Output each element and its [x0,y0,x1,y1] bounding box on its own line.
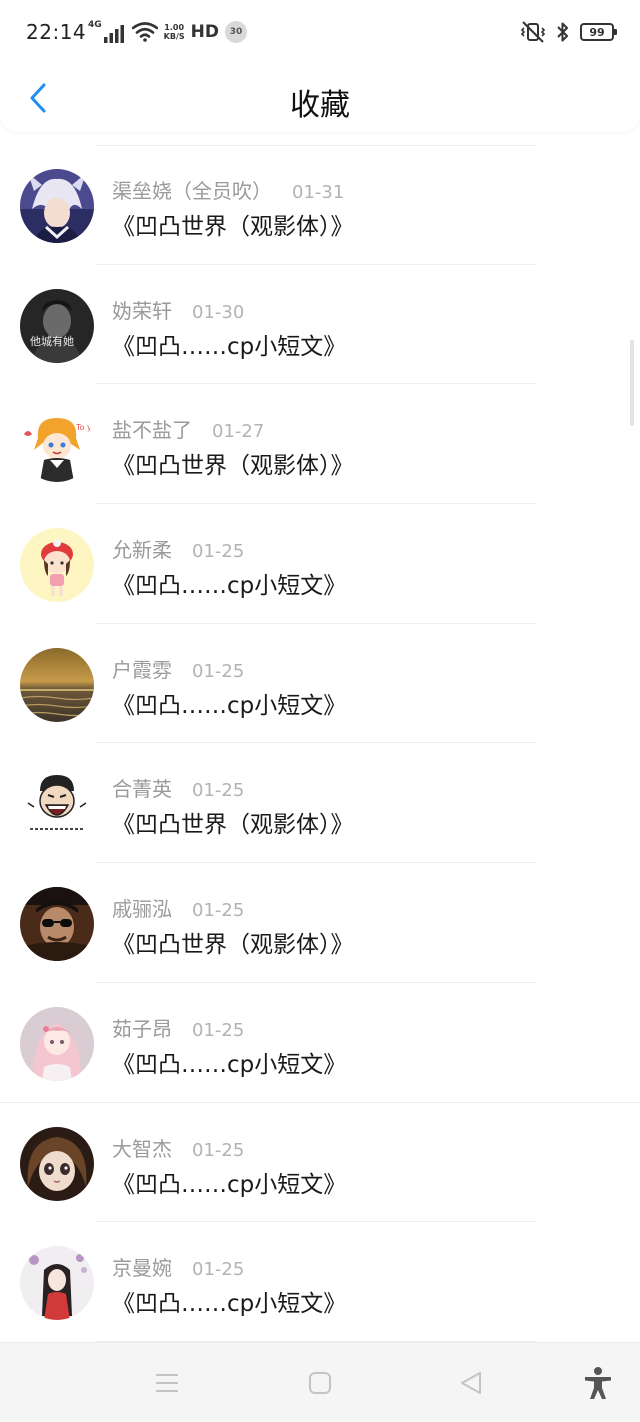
item-meta: 合菁英 01-25 [112,773,244,802]
favorite-item[interactable]: 允新柔 01-25 《凹凸……cp小短文》 [0,504,640,624]
item-author[interactable]: 大智杰 [112,1133,172,1162]
favorite-item[interactable]: 大智杰 01-25 《凹凸……cp小短文》 [0,1103,640,1223]
item-date: 01-31 [292,182,345,203]
page-title: 收藏 [290,88,350,123]
item-meta: 渠垒娆（全员吹） 01-31 [112,175,344,204]
item-meta: 大智杰 01-25 [112,1133,244,1162]
battery-icon: 99 [580,23,617,41]
item-author[interactable]: 妫荣轩 [112,295,172,324]
item-date: 01-25 [192,1139,245,1161]
status-bar: 22:14 4G 1.00 KB/S HD 30 99 [0,0,640,64]
item-date: 01-27 [212,421,265,443]
favorite-item[interactable]: 户霞雰 01-25 《凹凸……cp小短文》 [0,624,640,744]
home-button[interactable] [304,1367,336,1399]
item-title[interactable]: 《凹凸世界（观影体）》 [112,805,354,839]
menu-button[interactable] [151,1367,183,1399]
item-meta: 允新柔 01-25 [112,534,244,563]
vibrate-mute-icon [520,21,546,43]
avatar[interactable] [20,169,94,243]
item-author[interactable]: 盐不盐了 [112,414,192,443]
item-author[interactable]: 合菁英 [112,773,172,802]
item-date: 01-25 [192,1259,245,1281]
network-type: 4G [88,20,102,30]
avatar[interactable] [20,1006,94,1081]
wifi-icon [131,22,158,42]
status-time: 22:14 [26,20,87,44]
signal-icon: 4G [88,21,126,43]
item-title[interactable]: 《凹凸……cp小短文》 [112,686,346,720]
item-date: 01-25 [192,1019,245,1041]
favorite-item[interactable]: 他城有她 妫荣轩 01-30 《凹凸……cp小短文》 [0,265,640,385]
speed-unit: KB/S [163,32,185,41]
avatar-caption: To you [75,423,94,432]
item-title[interactable]: 《凹凸……cp小短文》 [112,1045,346,1079]
item-date: 01-25 [192,541,245,563]
item-meta: 茹子昂 01-25 [112,1013,244,1042]
hd-indicator: HD [190,22,219,42]
item-meta: 京曼婉 01-25 [112,1252,244,1281]
favorite-item[interactable]: To you 盐不盐了 01-27 《凹凸世界（观影体）》 [0,384,640,504]
item-title[interactable]: 《凹凸世界（观影体）》 [112,925,354,959]
item-title[interactable]: 《凹凸……cp小短文》 [112,327,346,361]
item-date: 01-25 [192,780,245,802]
triangle-back-icon [461,1372,481,1394]
bluetooth-icon [557,22,568,42]
scrollbar[interactable] [630,340,634,426]
item-date: 01-30 [192,301,245,323]
top-app-bar: 收藏 [0,64,640,132]
item-author[interactable]: 户霞雰 [112,654,172,683]
favorites-list: 渠垒娆（全员吹） 01-31 《凹凸世界（观影体）》 他城有她 妫荣轩 01-3… [0,145,640,1342]
favorite-item[interactable]: 戚骊泓 01-25 《凹凸世界（观影体）》 [0,863,640,983]
network-speed: 1.00 KB/S [164,23,185,41]
speed-value: 1.00 [164,23,185,32]
item-meta: 戚骊泓 01-25 [112,893,244,922]
avatar[interactable] [20,1126,94,1201]
item-title[interactable]: 《凹凸……cp小短文》 [112,1165,346,1199]
favorite-item[interactable]: 茹子昂 01-25 《凹凸……cp小短文》 [0,983,640,1103]
notification-badge: 30 [224,21,247,43]
item-meta: 妫荣轩 01-30 [112,295,244,324]
avatar[interactable] [20,1246,94,1321]
avatar[interactable] [20,887,94,962]
item-title[interactable]: 《凹凸……cp小短文》 [112,566,346,600]
system-nav-bar [0,1342,640,1422]
item-meta: 盐不盐了 01-27 [112,414,264,443]
avatar[interactable] [20,647,94,722]
status-left-icons: 4G 1.00 KB/S HD 30 [88,18,247,46]
item-date: 01-25 [192,900,245,922]
status-right-icons: 99 [520,20,617,44]
item-date: 01-25 [192,660,245,682]
favorite-item[interactable]: 渠垒娆（全员吹） 01-31 《凹凸世界（观影体）》 [0,145,640,265]
avatar-caption: 他城有她 [30,334,74,348]
square-home-icon [309,1372,331,1394]
favorite-item[interactable]: 合菁英 01-25 《凹凸世界（观影体）》 [0,743,640,863]
item-author[interactable]: 允新柔 [112,534,172,563]
item-title[interactable]: 《凹凸世界（观影体）》 [112,446,354,480]
avatar[interactable]: 他城有她 [20,288,94,363]
accessibility-button[interactable] [582,1367,614,1399]
menu-icon [156,1374,178,1392]
item-title[interactable]: 《凹凸……cp小短文》 [112,1284,346,1318]
item-author[interactable]: 京曼婉 [112,1252,172,1281]
favorite-item[interactable]: 京曼婉 01-25 《凹凸……cp小短文》 [0,1222,640,1342]
avatar[interactable] [20,767,94,842]
item-author[interactable]: 渠垒娆（全员吹） [112,175,272,204]
avatar[interactable]: To you [20,408,94,483]
item-author[interactable]: 茹子昂 [112,1013,172,1042]
item-meta: 户霞雰 01-25 [112,654,244,683]
item-title[interactable]: 《凹凸世界（观影体）》 [112,207,354,241]
item-author[interactable]: 戚骊泓 [112,893,172,922]
avatar[interactable] [20,528,94,603]
accessibility-icon [585,1367,611,1399]
system-back-button[interactable] [455,1367,487,1399]
battery-level: 99 [589,25,605,39]
